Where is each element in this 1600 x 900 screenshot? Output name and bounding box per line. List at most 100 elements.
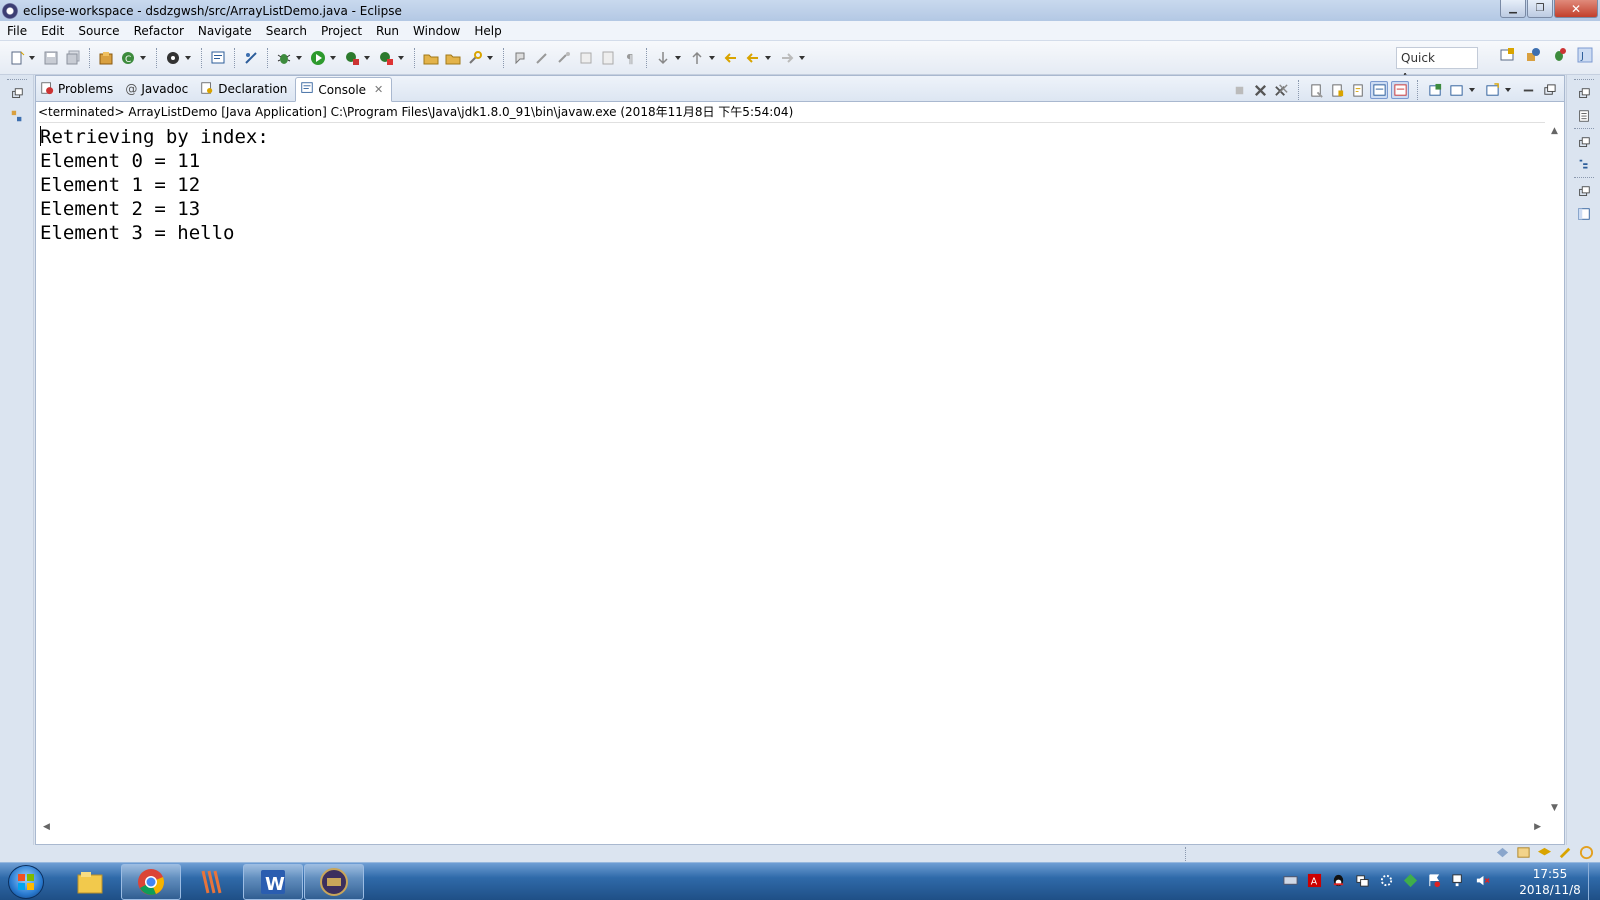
menu-file[interactable]: File <box>0 21 34 41</box>
taskbar-chrome[interactable] <box>121 864 181 900</box>
scroll-down-icon[interactable]: ▼ <box>1551 803 1558 813</box>
mark-occurrences-icon[interactable] <box>555 49 573 67</box>
word-wrap-console-icon[interactable] <box>1349 81 1367 99</box>
external-tools-icon[interactable] <box>377 49 395 67</box>
display-console-dropdown[interactable] <box>1468 81 1476 99</box>
forward-dropdown[interactable] <box>798 49 806 67</box>
outline-icon[interactable] <box>1576 157 1592 173</box>
scroll-right-icon[interactable]: ▶ <box>1534 822 1541 832</box>
open-folder-icon[interactable] <box>422 49 440 67</box>
horizontal-scrollbar[interactable]: ◀ ▶ <box>39 820 1545 836</box>
close-tab-icon[interactable]: ✕ <box>374 83 383 96</box>
show-whitespace-icon[interactable]: ¶ <box>621 49 639 67</box>
task-list-icon[interactable] <box>1576 108 1592 124</box>
open-console-dropdown-icon[interactable] <box>1483 81 1501 99</box>
run-dropdown[interactable] <box>329 49 337 67</box>
minimize-button[interactable]: ▁ <box>1500 0 1526 18</box>
package-explorer-icon[interactable] <box>9 108 25 124</box>
menu-project[interactable]: Project <box>314 21 369 41</box>
pen-icon[interactable] <box>533 49 551 67</box>
skip-breakpoints-icon[interactable] <box>242 49 260 67</box>
green-diamond-icon[interactable] <box>1403 873 1418 888</box>
java-perspective-icon[interactable]: J <box>1576 46 1594 64</box>
start-button[interactable] <box>8 865 44 899</box>
run-icon[interactable] <box>309 49 327 67</box>
search-dropdown[interactable] <box>486 49 494 67</box>
block-selection-icon[interactable] <box>599 49 617 67</box>
menu-window[interactable]: Window <box>406 21 467 41</box>
scroll-up-icon[interactable]: ▲ <box>1551 126 1558 136</box>
open-perspective-icon[interactable] <box>1498 46 1516 64</box>
word-wrap-icon[interactable] <box>577 49 595 67</box>
save-all-icon[interactable] <box>64 49 82 67</box>
pin-console-icon[interactable] <box>1426 81 1444 99</box>
debug-icon[interactable] <box>275 49 293 67</box>
menu-source[interactable]: Source <box>71 21 126 41</box>
new-class-icon[interactable]: C <box>119 49 137 67</box>
menu-run[interactable]: Run <box>369 21 406 41</box>
vertical-scrollbar[interactable]: ▲ ▼ <box>1547 122 1564 817</box>
coverage-dropdown[interactable] <box>363 49 371 67</box>
tab-javadoc[interactable]: @ Javadoc <box>121 77 196 101</box>
restore-view-icon[interactable] <box>1576 86 1592 102</box>
new-java-package-icon[interactable] <box>97 49 115 67</box>
tip-icon[interactable] <box>1558 845 1573 860</box>
scroll-lock-icon[interactable] <box>1328 81 1346 99</box>
open-console-icon[interactable] <box>209 49 227 67</box>
minimize-view-icon[interactable] <box>1519 81 1537 99</box>
close-button[interactable]: ✕ <box>1554 0 1598 18</box>
restore-view-icon[interactable] <box>9 86 25 102</box>
palette-icon[interactable] <box>1576 206 1592 222</box>
debug-perspective-icon[interactable] <box>1550 46 1568 64</box>
settings-icon[interactable] <box>1379 873 1394 888</box>
show-console-on-stderr-icon[interactable] <box>1391 81 1409 99</box>
taskbar-file-explorer[interactable] <box>60 864 120 900</box>
display-selected-console-icon[interactable] <box>1447 81 1465 99</box>
new-icon[interactable] <box>8 49 26 67</box>
new-dropdown[interactable] <box>28 49 36 67</box>
open-console-dropdown[interactable] <box>1504 81 1512 99</box>
keyboard-icon[interactable] <box>1283 873 1298 888</box>
java-ee-perspective-icon[interactable] <box>1524 46 1542 64</box>
back-icon[interactable] <box>744 49 762 67</box>
flag-icon[interactable] <box>1427 873 1442 888</box>
save-icon[interactable] <box>42 49 60 67</box>
book-icon[interactable] <box>1516 845 1531 860</box>
maximize-view-icon[interactable] <box>1540 81 1558 99</box>
tutorial-icon[interactable] <box>1537 845 1552 860</box>
progress-icon[interactable] <box>1495 845 1510 860</box>
new-class-dropdown[interactable] <box>139 49 147 67</box>
show-desktop-button[interactable] <box>1588 863 1600 900</box>
taskbar-clock[interactable]: 17:55 2018/11/8 <box>1510 866 1590 898</box>
updates-icon[interactable] <box>1579 845 1594 860</box>
show-console-on-stdout-icon[interactable] <box>1370 81 1388 99</box>
menu-edit[interactable]: Edit <box>34 21 71 41</box>
taskbar-eclipse[interactable] <box>304 864 364 900</box>
remove-all-terminated-icon[interactable] <box>1272 81 1290 99</box>
network-icon[interactable] <box>1451 873 1466 888</box>
external-tools-dropdown[interactable] <box>397 49 405 67</box>
taskbar-stripes-app[interactable] <box>182 864 242 900</box>
taskbar-wps-writer[interactable]: W <box>243 864 303 900</box>
last-edit-location-icon[interactable] <box>722 49 740 67</box>
menu-help[interactable]: Help <box>467 21 508 41</box>
scroll-left-icon[interactable]: ◀ <box>43 822 50 832</box>
volume-muted-icon[interactable] <box>1475 873 1490 888</box>
quick-access-field[interactable]: Quick Access <box>1396 47 1478 85</box>
restore-view-icon[interactable] <box>1576 135 1592 151</box>
menu-search[interactable]: Search <box>259 21 314 41</box>
tab-problems[interactable]: Problems <box>36 77 121 101</box>
tab-declaration[interactable]: Declaration <box>196 77 295 101</box>
terminate-icon[interactable] <box>1230 81 1248 99</box>
forward-icon[interactable] <box>778 49 796 67</box>
search-icon[interactable] <box>466 49 484 67</box>
menu-refactor[interactable]: Refactor <box>127 21 191 41</box>
next-annotation-icon[interactable] <box>654 49 672 67</box>
clear-console-icon[interactable] <box>1307 81 1325 99</box>
adobe-icon[interactable]: A <box>1307 873 1322 888</box>
tab-console[interactable]: Console ✕ <box>295 77 393 102</box>
previous-annotation-icon[interactable] <box>688 49 706 67</box>
next-annotation-dropdown[interactable] <box>674 49 682 67</box>
coverage-icon[interactable] <box>343 49 361 67</box>
open-task-icon[interactable] <box>444 49 462 67</box>
